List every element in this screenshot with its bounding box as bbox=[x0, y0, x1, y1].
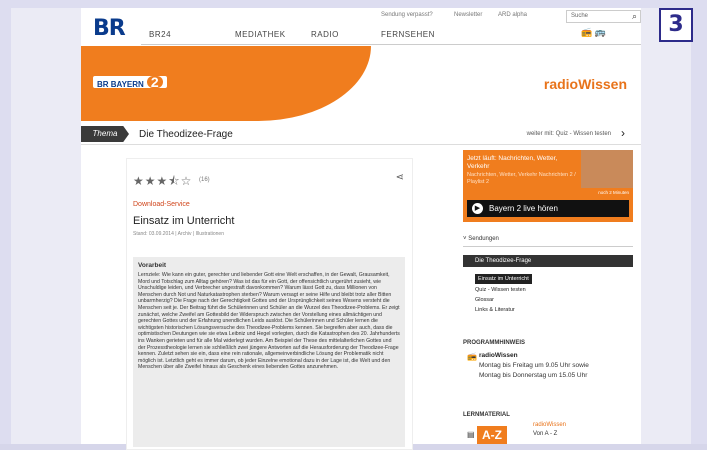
sendung-sub-quiz[interactable]: Quiz - Wissen testen bbox=[463, 285, 633, 295]
share-icon[interactable]: ⋖ bbox=[396, 172, 404, 183]
bayern2-logo[interactable]: BR BAYERN 2 bbox=[93, 75, 167, 89]
main-nav: BR24 MEDIATHEK RADIO FERNSEHEN bbox=[141, 28, 641, 45]
chevron-down-icon: ˅ bbox=[463, 236, 467, 242]
util-link-newsletter[interactable]: Newsletter bbox=[454, 12, 482, 18]
vorarbeit-box: Vorarbeit Lernziele: Wie kann ein guter,… bbox=[133, 257, 405, 447]
util-link-sendung-verpasst[interactable]: Sendung verpasst? bbox=[381, 12, 433, 18]
now-playing-title: Jetzt läuft: Nachrichten, Wetter, Verkeh… bbox=[467, 155, 558, 170]
rating-count: (16) bbox=[199, 177, 210, 183]
search-icon[interactable]: ⌕ bbox=[632, 11, 637, 22]
vorarbeit-title: Vorarbeit bbox=[138, 262, 167, 269]
hero-banner: BR BAYERN 2 radioWissen bbox=[81, 46, 641, 121]
lern-brand[interactable]: radioWissen bbox=[533, 422, 566, 428]
presenter-photo bbox=[581, 150, 633, 188]
search-input[interactable]: Suche ⌕ bbox=[566, 10, 641, 23]
page: BR Sendung verpasst? Newsletter ARD alph… bbox=[81, 8, 641, 450]
article-headline: Einsatz im Unterricht bbox=[133, 215, 235, 227]
radio-icon[interactable]: 📻 bbox=[581, 27, 592, 37]
search-placeholder: Suche bbox=[571, 13, 589, 19]
nav-fernsehen[interactable]: FERNSEHEN bbox=[381, 30, 435, 39]
document-icon: ▤ bbox=[467, 430, 475, 439]
lern-title[interactable]: Von A - Z bbox=[533, 431, 557, 437]
thema-bar: Thema Die Theodizee-Frage weiter mit: Qu… bbox=[81, 124, 641, 145]
frame: BR Sendung verpasst? Newsletter ARD alph… bbox=[0, 0, 707, 450]
lern-book-cover[interactable]: A-Z bbox=[477, 426, 507, 444]
live-listen-button[interactable]: ▶ Bayern 2 live hören bbox=[467, 200, 629, 217]
chevron-right-icon[interactable]: › bbox=[621, 126, 625, 140]
bayern2-number: 2 bbox=[146, 75, 163, 89]
nav-icons: 📻 🚌 bbox=[581, 27, 606, 38]
nav-radio[interactable]: RADIO bbox=[311, 30, 339, 39]
radio-icon: 📻 bbox=[467, 352, 477, 361]
play-icon: ▶ bbox=[472, 203, 483, 215]
bayern2-label: BR BAYERN bbox=[97, 80, 144, 89]
program-name: radioWissen bbox=[479, 352, 518, 359]
program-line-1: Montag bis Freitag um 9.05 Uhr sowie bbox=[479, 362, 589, 369]
sidebar: Jetzt läuft: Nachrichten, Wetter, Verkeh… bbox=[463, 150, 633, 444]
thema-title: Die Theodizee-Frage bbox=[139, 129, 233, 140]
programmhinweis-heading: PROGRAMMHINWEIS bbox=[463, 340, 525, 346]
radio-widget: Jetzt läuft: Nachrichten, Wetter, Verkeh… bbox=[463, 150, 633, 222]
sendungen-toggle[interactable]: ˅ Sendungen bbox=[463, 232, 633, 247]
nav-br24[interactable]: BR24 bbox=[149, 30, 171, 39]
viewport: BR Sendung verpasst? Newsletter ARD alph… bbox=[11, 8, 691, 450]
br-logo[interactable]: BR bbox=[93, 16, 126, 41]
nav-mediathek[interactable]: MEDIATHEK bbox=[235, 30, 286, 39]
program-line-2: Montag bis Donnerstag um 15.05 Uhr bbox=[479, 372, 588, 379]
sendungen-list: Die Theodizee-Frage Einsatz im Unterrich… bbox=[463, 255, 633, 315]
vorarbeit-text: Lernziele: Wie kann ein guter, gerechter… bbox=[138, 272, 400, 371]
sendung-sub-links[interactable]: Links & Literatur bbox=[463, 305, 633, 315]
rating-stars[interactable]: ★★★⯪☆ bbox=[133, 172, 192, 193]
next-link[interactable]: weiter mit: Quiz - Wissen testen bbox=[527, 131, 611, 137]
now-playing-sub: Nachrichten, Wetter, Verkehr Nachrichten… bbox=[467, 172, 576, 185]
hero-orange-shape: BR BAYERN 2 bbox=[81, 46, 371, 121]
tv-icon[interactable]: 🚌 bbox=[595, 27, 606, 37]
brand-title[interactable]: radioWissen bbox=[544, 76, 627, 92]
thema-tag: Thema bbox=[81, 126, 129, 142]
live-button-label: Bayern 2 live hören bbox=[489, 204, 558, 213]
lernmaterial-heading: LERNMATERIAL bbox=[463, 412, 510, 418]
step-number-badge: 3 bbox=[659, 8, 693, 42]
sendung-item-active[interactable]: Die Theodizee-Frage bbox=[463, 255, 633, 267]
article-meta: Stand: 03.09.2014 | Archiv | Illustratio… bbox=[133, 231, 224, 237]
sendung-sub-einsatz[interactable]: Einsatz im Unterricht bbox=[475, 274, 532, 284]
article-card: ★★★⯪☆ (16) ⋖ Download-Service Einsatz im… bbox=[126, 158, 413, 450]
download-service-label: Download-Service bbox=[133, 201, 190, 208]
time-left: noch 2 Minuten bbox=[598, 190, 629, 195]
sendungen-label: Sendungen bbox=[468, 236, 499, 242]
sendung-sub-glossar[interactable]: Glossar bbox=[463, 295, 633, 305]
util-link-ard-alpha[interactable]: ARD alpha bbox=[498, 12, 527, 18]
